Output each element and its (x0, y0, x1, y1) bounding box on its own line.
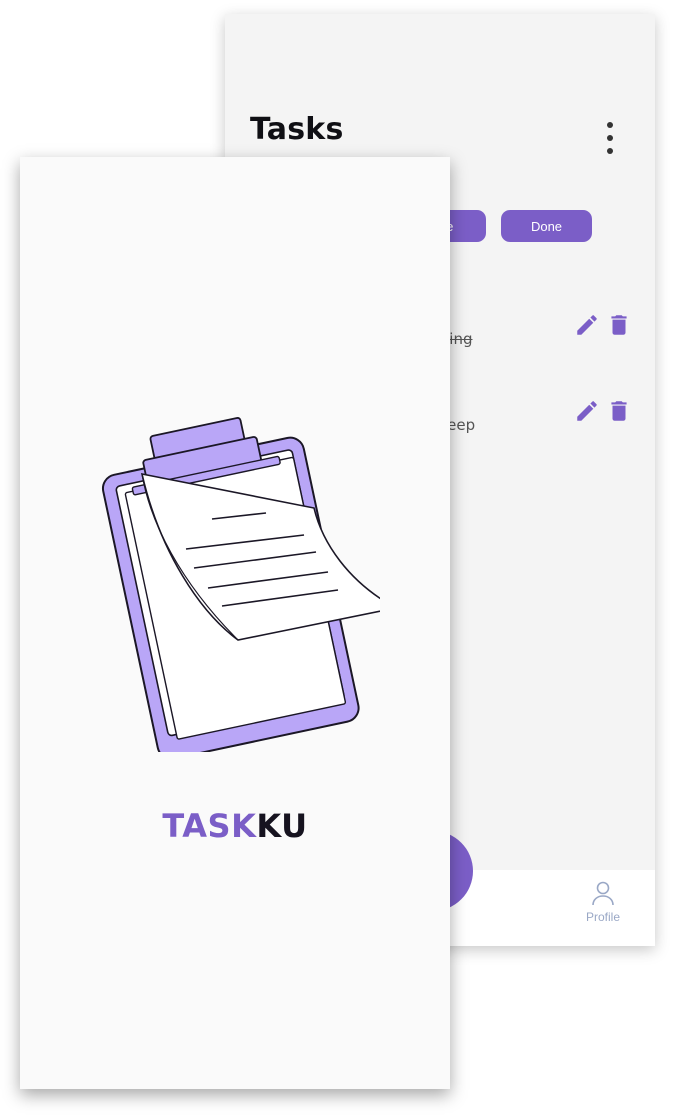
pencil-icon[interactable] (574, 398, 600, 424)
brand-part-ku: KU (256, 807, 308, 845)
more-options-icon[interactable] (601, 122, 619, 154)
nav-item-profile[interactable]: Profile (575, 880, 631, 940)
nav-item-label: Profile (585, 910, 620, 924)
filter-done-button[interactable]: Done (501, 210, 592, 242)
page-title: Tasks (250, 112, 344, 147)
person-icon (592, 881, 614, 906)
app-logo-text: TASKKU (20, 807, 450, 845)
splash-screen: TASKKU (20, 157, 450, 1089)
brand-part-task: TASK (162, 807, 257, 845)
pencil-icon[interactable] (574, 312, 600, 338)
trash-icon[interactable] (606, 312, 632, 338)
clipboard-illustration (101, 417, 380, 752)
trash-icon[interactable] (606, 398, 632, 424)
